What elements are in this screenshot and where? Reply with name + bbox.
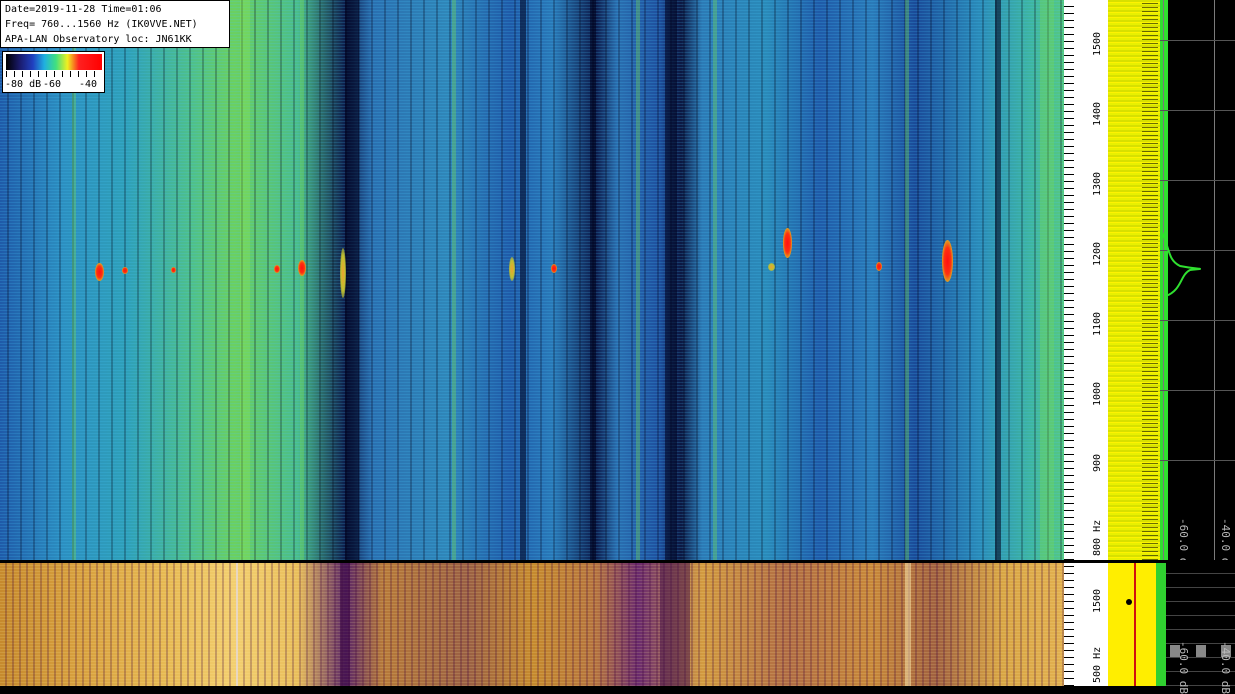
frequency-axis-bottom: 1500 500 Hz: [1064, 563, 1108, 686]
meteor-echo: [768, 263, 775, 271]
freq-tick-1100: 1100: [1092, 311, 1103, 336]
history-marker: [1196, 645, 1206, 657]
waterfall-streak: [905, 0, 909, 560]
spectrum-peak-curve: [1161, 231, 1202, 297]
scale-label-min: -80 dB: [5, 79, 42, 90]
freq-tick-1000: 1000: [1092, 381, 1103, 406]
meteor-echo: [509, 257, 515, 281]
axis-minor-ticks: [1064, 563, 1074, 686]
waterfall-streak: [452, 0, 456, 560]
waterfall-streak: [713, 0, 717, 560]
waterfall-streak: [240, 0, 250, 560]
spectrum-fill: [1108, 563, 1156, 686]
meteor-echo: [298, 260, 306, 276]
meteor-echo: [942, 240, 953, 282]
db-label-low-40: -40.0 dB: [1219, 641, 1232, 694]
spectrum-grid-line: [1214, 0, 1215, 560]
freq-tick-1200: 1200: [1092, 241, 1103, 266]
spectrum-panel-history: -60.0 dB -40.0 dB: [1108, 563, 1235, 694]
frequency-axis-top: 1500 1400 1300 1200 1100 1000 900 800 Hz: [1064, 0, 1108, 560]
waterfall-dark-band: [590, 0, 596, 560]
spectrum-grid-line: [1160, 180, 1235, 181]
history-waterfall: [0, 563, 1064, 686]
color-scale-bar: [6, 54, 102, 70]
frequency-range-label: Freq= 760...1560 Hz (IK0VVE.NET): [5, 19, 198, 30]
meteor-echo: [171, 267, 176, 273]
freq-tick-800: 800 Hz: [1092, 519, 1103, 556]
meteor-echo: [783, 228, 792, 258]
meteor-echo: [122, 267, 128, 274]
waterfall-streak: [300, 0, 304, 560]
date-time-label: Date=2019-11-28 Time=01:06: [5, 4, 162, 15]
spectrum-grid-line: [1160, 110, 1235, 111]
scale-label-mid: -60: [43, 79, 62, 90]
meteor-echo: [274, 265, 280, 273]
color-scale-legend: -80 dB -60 -40: [2, 51, 105, 93]
waterfall-dark-band: [665, 0, 677, 560]
freq-tick-900: 900: [1092, 453, 1103, 472]
spectrum-marker-line: [1134, 563, 1136, 686]
meteor-echo: [551, 264, 557, 273]
waterfall-streak: [236, 563, 238, 686]
waterfall-streak: [636, 0, 640, 560]
meteor-echo: [340, 248, 346, 298]
spectrum-noise-trace: [1142, 0, 1158, 560]
freq-tick-1500: 1500: [1092, 31, 1103, 56]
spectrum-panel: -60.0 dB -40.0 dB: [1108, 0, 1235, 571]
meteor-echo: [876, 262, 882, 271]
main-waterfall: [0, 0, 1064, 560]
freq-tick-1300: 1300: [1092, 171, 1103, 196]
color-scale-ticks: [6, 71, 102, 77]
frequency-axis: 1500 1400 1300 1200 1100 1000 900 800 Hz…: [1064, 0, 1108, 686]
spectrum-average-trace: [1156, 563, 1166, 686]
meteor-echo: [95, 263, 104, 281]
freq-tick-low-500: 500 Hz: [1092, 646, 1103, 683]
info-box: Date=2019-11-28 Time=01:06 Freq= 760...1…: [0, 0, 230, 48]
waterfall-dark-band: [520, 0, 526, 560]
waterfall-dark-band: [340, 563, 350, 686]
waterfall-dark-band: [345, 0, 359, 560]
waterfall-streak: [905, 563, 911, 686]
waterfall-streak: [1040, 0, 1054, 560]
spectrum-grid-line: [1160, 390, 1235, 391]
spectrum-marker-dot: [1126, 599, 1132, 605]
freq-tick-1400: 1400: [1092, 101, 1103, 126]
freq-tick-low-1500: 1500: [1092, 588, 1103, 613]
db-label-low-60: -60.0 dB: [1177, 641, 1190, 694]
scale-label-max: -40: [79, 79, 98, 90]
spectrum-grid-line: [1160, 460, 1235, 461]
spectrogram-window: Date=2019-11-28 Time=01:06 Freq= 760...1…: [0, 0, 1235, 694]
spectrum-grid-line: [1160, 40, 1235, 41]
observatory-label: APA-LAN Observatory loc: JN61KK: [5, 34, 192, 45]
axis-minor-ticks: [1064, 0, 1074, 560]
spectrum-grid-line: [1160, 320, 1235, 321]
waterfall-dark-band: [995, 0, 1001, 560]
waterfall-dark-band: [660, 563, 690, 686]
